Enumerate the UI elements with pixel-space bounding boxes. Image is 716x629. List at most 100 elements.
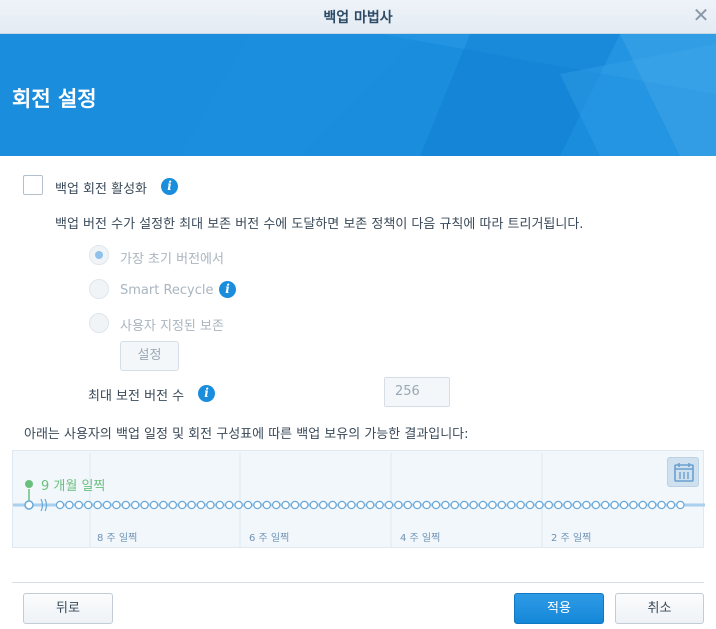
retention-point <box>130 500 140 510</box>
smart-recycle-info-icon[interactable]: i <box>219 281 236 298</box>
retention-point <box>224 500 234 510</box>
retention-point <box>93 500 102 510</box>
radio-custom-retention-label: 사용자 지정된 보존 <box>120 319 224 334</box>
retention-point <box>347 500 356 510</box>
retention-point <box>563 500 572 510</box>
retention-point <box>676 500 685 510</box>
retention-point <box>337 500 347 510</box>
retention-point <box>102 500 112 510</box>
retention-point <box>497 500 506 510</box>
retention-point <box>591 500 601 510</box>
max-versions-label: 최대 보전 버전 수 <box>88 389 185 404</box>
retention-point <box>666 500 676 510</box>
retention-point <box>394 500 403 510</box>
retention-point <box>413 500 422 510</box>
retention-point <box>149 500 159 510</box>
retention-point <box>177 500 187 510</box>
retention-point <box>460 500 469 510</box>
retention-point <box>74 500 84 510</box>
retention-point <box>290 500 300 510</box>
retention-point <box>619 500 629 510</box>
retention-point <box>507 500 516 510</box>
retention-point <box>206 500 215 510</box>
retention-point <box>657 500 666 510</box>
header-banner: 회전 설정 <box>0 34 716 156</box>
banner-decoration <box>180 34 716 156</box>
timeline-start-label: 9 개월 일찍 <box>41 479 106 494</box>
retention-point <box>253 500 262 510</box>
retention-point <box>544 500 554 510</box>
retention-point <box>403 500 412 510</box>
retention-point <box>356 500 365 510</box>
retention-point <box>638 500 648 510</box>
retention-point <box>159 500 168 510</box>
enable-rotation-label: 백업 회전 활성화 <box>55 182 147 197</box>
retention-point <box>554 500 563 510</box>
retention-point <box>83 500 93 510</box>
max-versions-input[interactable]: 256 <box>384 377 450 407</box>
rotation-description: 백업 버전 수가 설정한 최대 보존 버전 수에 도달하면 보존 정책이 다음 … <box>55 217 584 232</box>
footer-divider <box>12 582 704 583</box>
retention-timeline: 9 개월 일찍 8 주 일찍 6 주 일찍 4 주 일찍 2 주 일찍 <box>12 450 705 548</box>
radio-smart-recycle[interactable] <box>89 279 109 299</box>
retention-point <box>121 500 131 510</box>
timeline-week-label: 4 주 일찍 <box>400 533 441 544</box>
retention-point <box>281 500 290 510</box>
retention-point <box>196 500 206 510</box>
retention-point <box>215 500 224 510</box>
result-description: 아래는 사용자의 백업 일정 및 회전 구성표에 따른 백업 보유의 가능한 결… <box>24 427 469 442</box>
retention-point <box>525 500 535 510</box>
radio-smart-recycle-label: Smart Recycle <box>120 283 214 298</box>
calendar-icon[interactable] <box>667 457 699 487</box>
retention-point <box>112 500 121 510</box>
retention-point <box>478 500 488 510</box>
radio-earliest-version-label: 가장 초기 버전에서 <box>120 252 224 267</box>
retention-point <box>65 500 74 510</box>
timeline-week-label: 6 주 일찍 <box>249 533 290 544</box>
timeline-week-label: 2 주 일찍 <box>551 533 592 544</box>
retention-point <box>488 500 497 510</box>
retention-point <box>140 500 149 510</box>
retention-point <box>262 500 271 510</box>
calendar-glyph <box>674 463 694 482</box>
retention-point <box>375 500 384 510</box>
retention-point <box>610 500 619 510</box>
retention-point <box>535 500 544 510</box>
retention-point <box>450 500 459 510</box>
max-versions-info-icon[interactable]: i <box>198 385 215 402</box>
apply-button[interactable]: 적용 <box>514 593 604 624</box>
retention-point <box>168 500 177 510</box>
back-button[interactable]: 뒤로 <box>23 593 113 624</box>
retention-point <box>319 500 328 510</box>
radio-custom-retention[interactable] <box>89 313 109 333</box>
settings-button[interactable]: 설정 <box>120 341 179 371</box>
retention-point <box>601 500 610 510</box>
page-title: 회전 설정 <box>12 87 97 111</box>
radio-earliest-version[interactable] <box>89 245 109 265</box>
retention-point <box>243 500 253 510</box>
window-title: 백업 마법사 <box>323 10 393 26</box>
retention-point <box>384 500 394 510</box>
retention-point <box>441 500 450 510</box>
retention-point <box>328 500 337 510</box>
retention-point <box>629 500 638 510</box>
retention-point <box>55 500 65 510</box>
close-icon[interactable]: ✕ <box>690 4 712 26</box>
timeline-week-label: 8 주 일찍 <box>97 533 138 544</box>
retention-point <box>187 500 196 510</box>
cancel-button[interactable]: 취소 <box>615 593 704 624</box>
retention-point <box>234 500 243 510</box>
retention-point <box>272 500 281 510</box>
retention-point <box>366 500 375 510</box>
retention-point <box>431 500 441 510</box>
retention-point <box>300 500 309 510</box>
info-icon[interactable]: i <box>161 178 178 195</box>
enable-rotation-checkbox[interactable] <box>23 175 43 195</box>
retention-point <box>648 500 657 510</box>
window-titlebar: 백업 마법사 ✕ <box>0 0 716 34</box>
retention-point <box>469 500 478 510</box>
retention-point <box>422 500 431 510</box>
retention-point <box>582 500 591 510</box>
retention-point <box>516 500 525 510</box>
retention-point <box>572 500 582 510</box>
